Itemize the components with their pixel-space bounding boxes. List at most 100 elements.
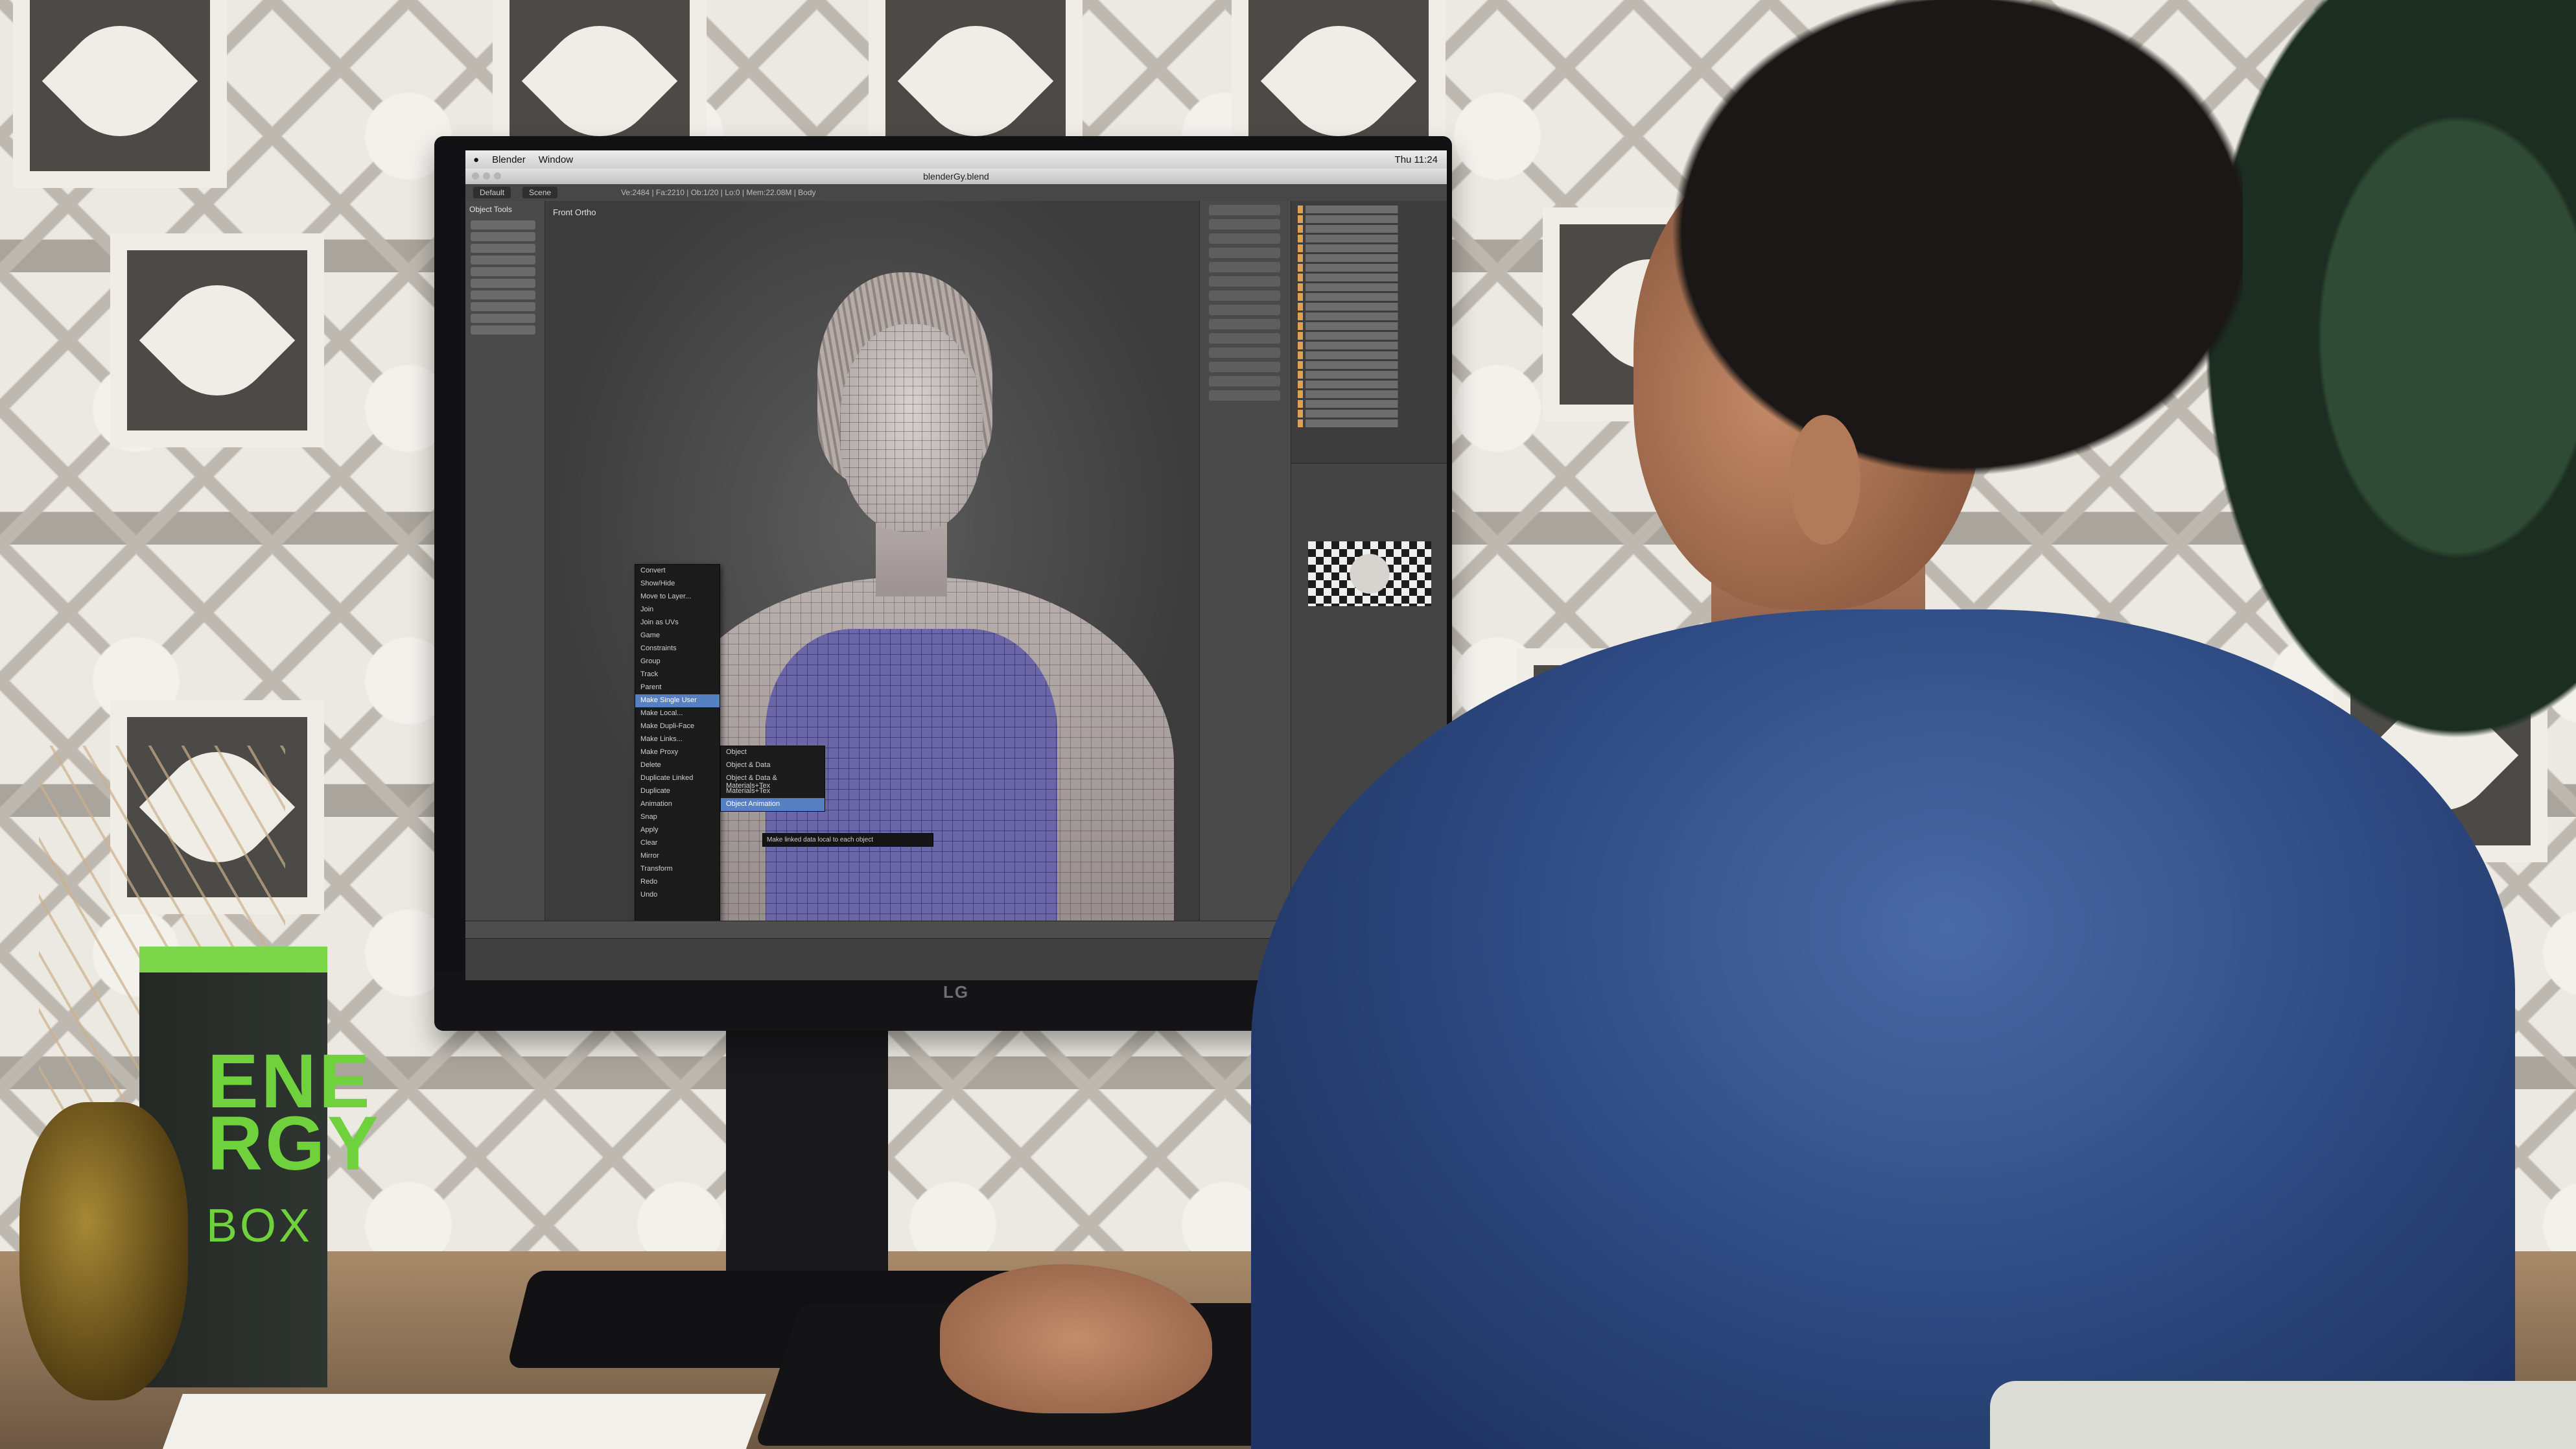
model-head [840,324,983,532]
tool-button[interactable] [471,279,535,288]
context-menu-item[interactable]: Snap [635,811,720,824]
monitor-screen: ● Blender Window Thu 11:24 blenderGy.ble… [465,150,1447,980]
outliner-item[interactable] [1298,351,1441,359]
outliner-item[interactable] [1298,283,1441,291]
window-titlebar: blenderGy.blend [465,169,1447,184]
person-ear [1789,415,1860,545]
submenu-item-selected[interactable]: Object Animation [721,798,825,811]
outliner-item[interactable] [1298,254,1441,262]
property-field[interactable] [1209,348,1280,358]
energy-box-label: ENE RGY [207,1039,381,1186]
outliner-item[interactable] [1298,419,1441,427]
monitor-brand-logo: LG [943,982,970,1002]
outliner-item[interactable] [1298,361,1441,369]
context-menu-item[interactable]: Make Dupli-Face [635,720,720,733]
outliner-item[interactable] [1298,215,1441,223]
property-field[interactable] [1209,390,1280,401]
property-field[interactable] [1209,362,1280,372]
properties-sidebar [1199,201,1291,921]
submenu-item[interactable]: Object & Data & Materials+Tex [721,772,825,790]
property-field[interactable] [1209,276,1280,287]
outliner-item[interactable] [1298,332,1441,340]
outliner-item[interactable] [1298,410,1441,418]
submenu-item[interactable]: Object & Data [721,759,825,772]
context-menu-item-selected[interactable]: Make Single User [635,694,720,707]
property-field[interactable] [1209,262,1280,272]
property-field[interactable] [1209,333,1280,344]
context-menu-item[interactable]: Transform [635,863,720,876]
tool-shelf-heading: Object Tools [469,205,512,214]
outliner-item[interactable] [1298,274,1441,281]
tool-button[interactable] [471,220,535,230]
zoom-window-button[interactable] [494,172,501,180]
layout-selector[interactable]: Default [473,187,511,198]
outliner-item[interactable] [1298,206,1441,213]
minimize-window-button[interactable] [483,172,490,180]
outliner-item[interactable] [1298,235,1441,242]
property-field[interactable] [1209,205,1280,215]
property-field[interactable] [1209,219,1280,230]
context-menu-item[interactable]: Redo [635,876,720,889]
submenu-item[interactable]: Materials+Tex [721,785,825,798]
property-field[interactable] [1209,305,1280,315]
property-field[interactable] [1209,290,1280,301]
context-menu-item[interactable]: Mirror [635,850,720,863]
context-menu-item[interactable]: Parent [635,681,720,694]
outliner-item[interactable] [1298,322,1441,330]
outliner-item[interactable] [1298,303,1441,311]
context-menu-item[interactable]: Game [635,630,720,642]
context-menu-item[interactable]: Apply [635,824,720,837]
tool-button[interactable] [471,314,535,323]
3d-viewport[interactable]: Front Ortho Convert Show/Hide Move to La… [545,201,1199,966]
context-menu-item[interactable]: Convert [635,565,720,578]
submenu-item[interactable]: Object [721,746,825,759]
outliner-item[interactable] [1298,371,1441,379]
context-menu-item[interactable]: Show/Hide [635,578,720,591]
object-context-menu: Convert Show/Hide Move to Layer... Join … [635,564,720,954]
context-menu-item[interactable]: Make Local... [635,707,720,720]
viewport-view-label: Front Ortho [553,207,596,217]
context-menu-item[interactable]: Duplicate [635,785,720,798]
context-menu-item[interactable]: Clear [635,837,720,850]
context-menu-item[interactable]: Join [635,604,720,617]
property-field[interactable] [1209,233,1280,244]
outliner-item[interactable] [1298,244,1441,252]
tool-button[interactable] [471,267,535,276]
tool-button[interactable] [471,255,535,265]
outliner-item[interactable] [1298,225,1441,233]
context-menu-item[interactable]: Delete [635,759,720,772]
material-preview-sphere [1307,541,1431,606]
close-window-button[interactable] [472,172,479,180]
tool-button[interactable] [471,232,535,241]
context-menu-item[interactable]: Track [635,668,720,681]
context-menu-item[interactable]: Make Links... [635,733,720,746]
apple-icon[interactable]: ● [473,154,479,165]
tool-button[interactable] [471,244,535,253]
outliner-item[interactable] [1298,312,1441,320]
outliner-item[interactable] [1298,342,1441,349]
context-menu-item[interactable]: Group [635,655,720,668]
property-field[interactable] [1209,319,1280,329]
context-menu-item[interactable]: Undo [635,889,720,902]
outliner-item[interactable] [1298,400,1441,408]
property-field[interactable] [1209,376,1280,386]
context-menu-item[interactable]: Constraints [635,642,720,655]
tool-button[interactable] [471,302,535,311]
menu-app[interactable]: Blender [492,154,526,165]
person-hair [1621,0,2243,519]
scene-selector[interactable]: Scene [522,187,558,198]
outliner-item[interactable] [1298,390,1441,398]
outliner-item[interactable] [1298,264,1441,272]
context-menu-item[interactable]: Duplicate Linked [635,772,720,785]
context-menu-item[interactable]: Join as UVs [635,617,720,630]
property-field[interactable] [1209,248,1280,258]
tool-button[interactable] [471,325,535,335]
menu-window[interactable]: Window [539,154,573,165]
context-menu-item[interactable]: Animation [635,798,720,811]
energy-box-sublabel: BOX [206,1200,313,1252]
outliner-item[interactable] [1298,381,1441,388]
outliner-item[interactable] [1298,293,1441,301]
context-menu-item[interactable]: Move to Layer... [635,591,720,604]
tool-button[interactable] [471,290,535,300]
context-menu-item[interactable]: Make Proxy [635,746,720,759]
